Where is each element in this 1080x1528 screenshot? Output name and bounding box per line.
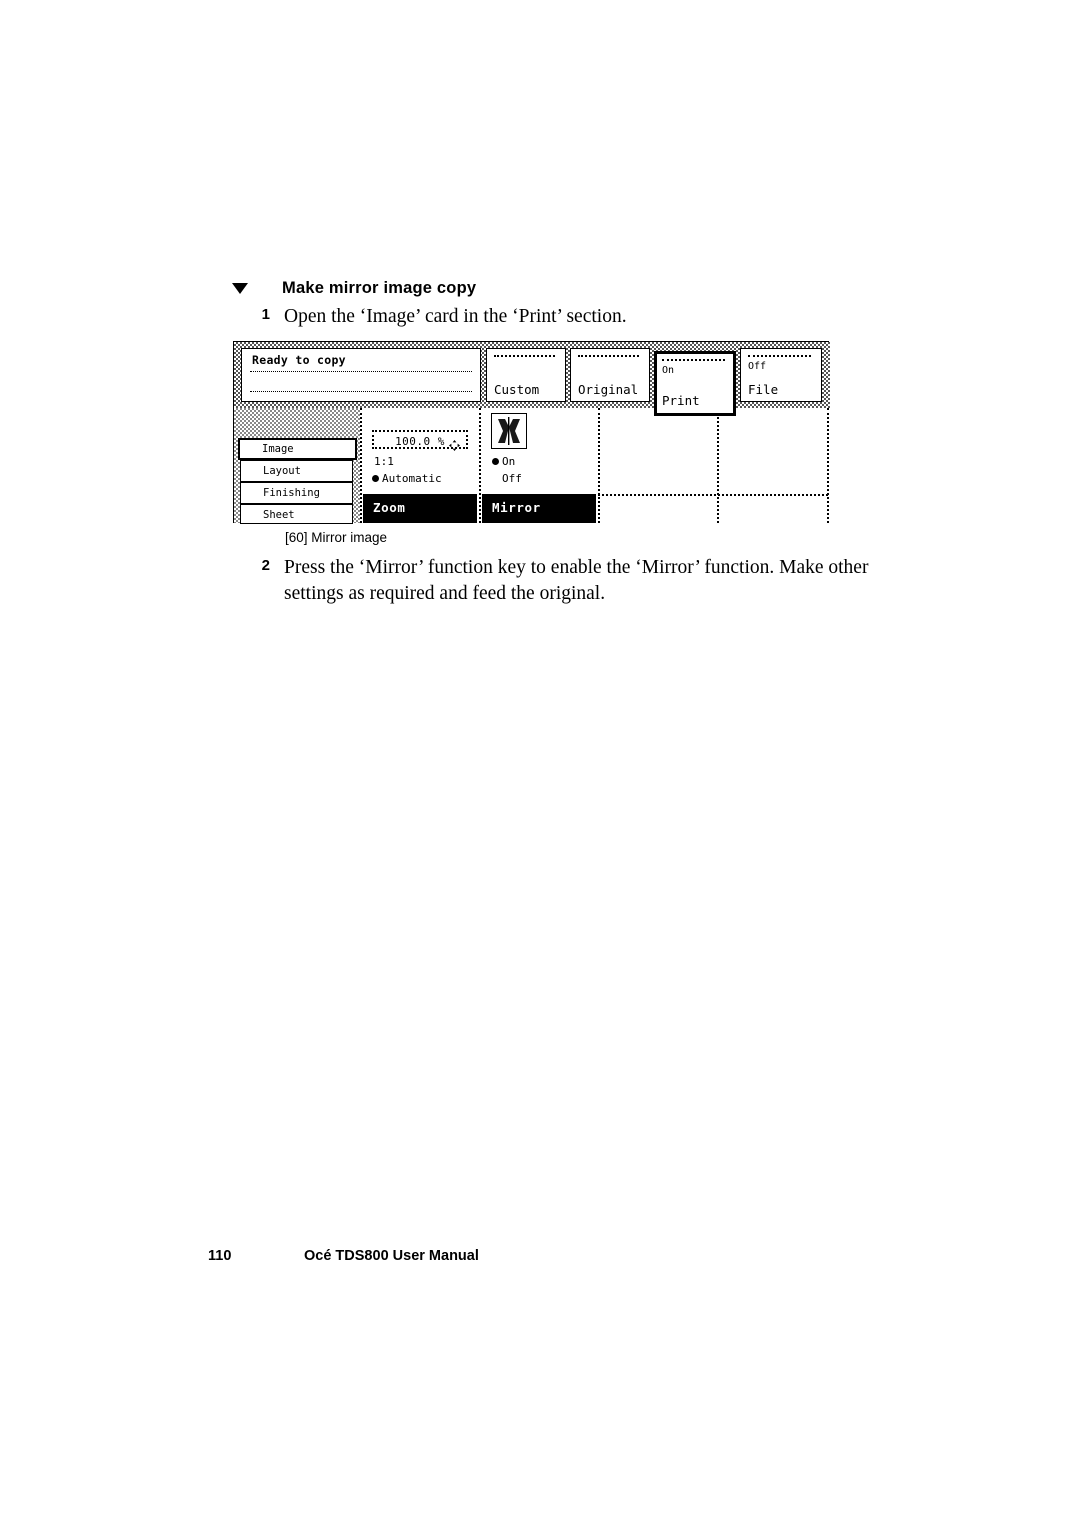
tab-print[interactable]: On Print <box>654 351 736 416</box>
sidebar-item-finishing[interactable]: Finishing <box>240 482 353 504</box>
section-heading: Make mirror image copy <box>232 279 872 303</box>
footer-page-number: 110 <box>208 1248 232 1264</box>
mirror-option-off[interactable]: Off <box>502 472 522 485</box>
tab-label: Custom <box>494 382 540 397</box>
tab-dotted-rule <box>748 355 811 357</box>
step-text: Open the ‘Image’ card in the ‘Print’ sec… <box>284 306 627 327</box>
panel-top-chrome: Ready to copy Custom Original On Print O… <box>234 342 830 416</box>
radio-selected-icon <box>372 475 379 482</box>
step-text: Press the ‘Mirror’ function key to enabl… <box>284 557 869 604</box>
tab-dotted-rule <box>494 355 555 357</box>
step-number: 2 <box>261 557 270 574</box>
status-divider-1 <box>250 371 472 372</box>
card-sidebar: Image Layout Finishing Sheet <box>234 408 360 524</box>
tab-dotted-rule <box>578 355 639 357</box>
panel-lower-region: Image Layout Finishing Sheet 100.0 % 1:1… <box>234 408 830 524</box>
mirror-preview-box <box>491 413 527 449</box>
tab-original[interactable]: Original <box>570 348 650 402</box>
column-divider <box>717 408 719 523</box>
function-key-zoom[interactable]: Zoom <box>363 494 477 523</box>
status-message: Ready to copy <box>252 353 346 367</box>
function-key-label: Zoom <box>373 500 406 515</box>
mirror-option-on[interactable]: On <box>502 455 515 468</box>
tab-sublabel: Off <box>748 361 767 372</box>
function-key-mirror[interactable]: Mirror <box>482 494 596 523</box>
row-divider <box>598 494 828 496</box>
function-key-label: Mirror <box>492 500 541 515</box>
sidebar-item-image[interactable]: Image <box>238 438 357 460</box>
status-box: Ready to copy <box>241 348 481 402</box>
figure-caption: [60] Mirror image <box>285 530 388 545</box>
column-divider <box>479 408 481 523</box>
tab-label: File <box>748 382 779 397</box>
sidebar-item-label: Layout <box>263 465 301 477</box>
card-content-area: 100.0 % 1:1 Automatic On Off Zoom Mirror <box>360 408 830 523</box>
copier-control-panel-screenshot: Ready to copy Custom Original On Print O… <box>233 341 830 524</box>
column-divider <box>598 408 600 523</box>
tab-label: Original <box>578 382 639 397</box>
tab-dotted-rule <box>662 359 725 361</box>
column-divider <box>360 408 362 523</box>
section-heading-text: Make mirror image copy <box>282 279 477 297</box>
step-number: 1 <box>261 306 270 323</box>
zoom-option-automatic[interactable]: Automatic <box>382 472 442 485</box>
zoom-value-field[interactable]: 100.0 % <box>372 430 468 451</box>
manual-page: Make mirror image copy 1 Open the ‘Image… <box>0 0 1080 1528</box>
tab-sublabel: On <box>662 365 675 376</box>
tab-file[interactable]: Off File <box>740 348 822 402</box>
status-divider-2 <box>250 391 472 392</box>
zoom-option-1to1[interactable]: 1:1 <box>374 455 394 468</box>
tab-custom[interactable]: Custom <box>486 348 566 402</box>
radio-selected-icon <box>492 458 499 465</box>
sidebar-item-label: Sheet <box>263 509 295 521</box>
sidebar-item-label: Image <box>262 443 294 455</box>
triangle-bullet-icon <box>232 283 248 294</box>
four-way-arrow-icon <box>449 436 460 451</box>
column-divider <box>827 408 829 523</box>
footer-title: Océ TDS800 User Manual <box>304 1248 479 1264</box>
sidebar-item-sheet[interactable]: Sheet <box>240 504 353 524</box>
tab-label: Print <box>662 393 700 408</box>
sidebar-item-layout[interactable]: Layout <box>240 460 353 482</box>
sidebar-item-label: Finishing <box>263 487 320 499</box>
mirrored-letter-icon <box>492 417 526 452</box>
